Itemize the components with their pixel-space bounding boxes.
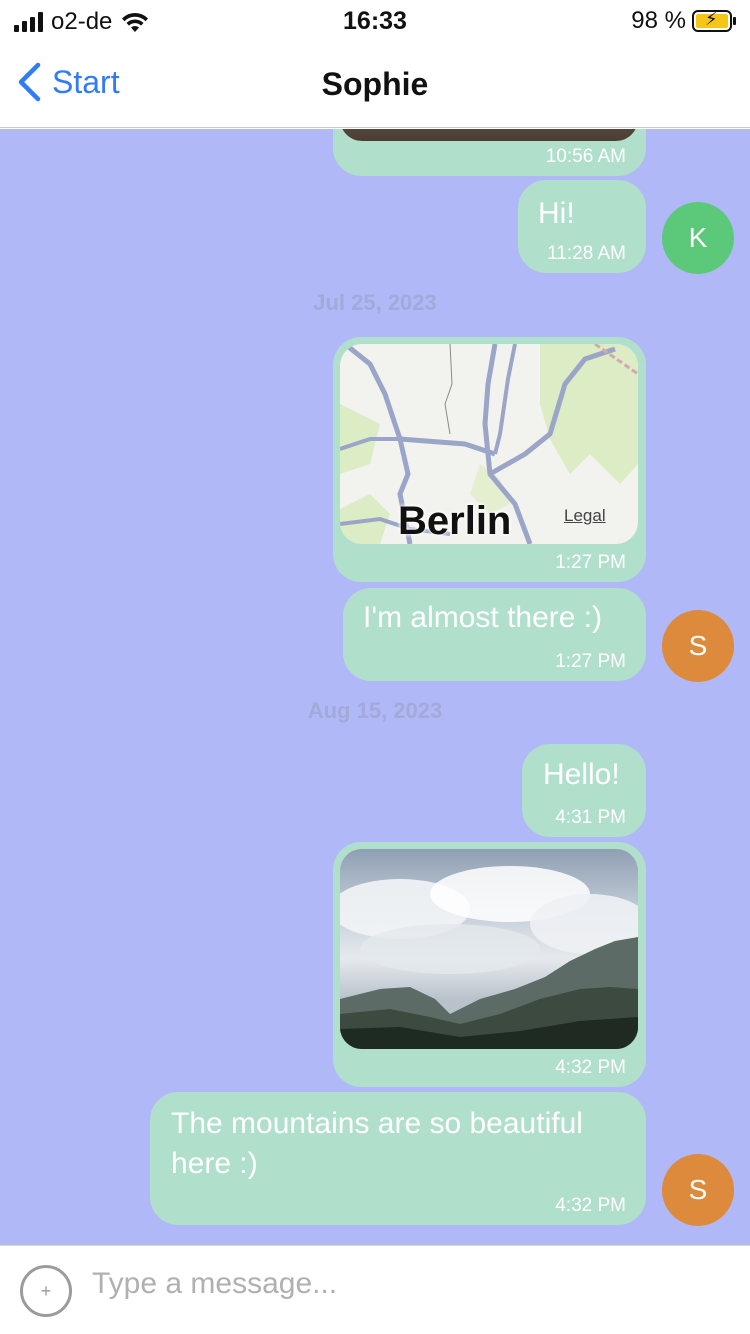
- avatar[interactable]: S: [662, 1154, 734, 1226]
- text-message[interactable]: I'm almost there :) 1:27 PM: [343, 588, 646, 681]
- message-text: The mountains are so beautiful here :): [171, 1107, 583, 1180]
- message-time: 10:56 AM: [545, 146, 626, 167]
- date-separator: Aug 15, 2023: [307, 698, 443, 723]
- message-time: 4:31 PM: [555, 807, 626, 828]
- image-message[interactable]: 4:32 PM: [333, 842, 646, 1087]
- message-time: 1:27 PM: [555, 552, 626, 573]
- map-legal-link[interactable]: Legal: [564, 506, 606, 526]
- map-city-label: Berlin: [398, 499, 512, 543]
- battery-icon: ⚡: [692, 10, 736, 32]
- message-image[interactable]: [340, 849, 638, 1049]
- avatar[interactable]: K: [662, 202, 734, 274]
- status-bar: o2-de 16:33 98 % ⚡: [0, 0, 750, 40]
- message-input[interactable]: [92, 1264, 712, 1304]
- battery-fill: ⚡: [696, 10, 728, 28]
- conversation-title: Sophie: [321, 66, 429, 102]
- message-text: I'm almost there :): [363, 601, 603, 634]
- text-message[interactable]: Hello! 4:31 PM: [522, 744, 646, 837]
- map-preview[interactable]: Berlin Legal: [340, 344, 638, 544]
- message-time: 4:32 PM: [555, 1057, 626, 1078]
- avatar[interactable]: S: [662, 610, 734, 682]
- message-text: Hello!: [543, 758, 620, 791]
- plus-icon: +: [40, 1280, 52, 1301]
- image-message[interactable]: 10:56 AM: [333, 129, 646, 176]
- message-image[interactable]: [340, 129, 638, 141]
- battery-percentage: 98 %: [631, 7, 686, 34]
- text-message[interactable]: The mountains are so beautiful here :) 4…: [150, 1092, 646, 1225]
- mountain-photo: [340, 866, 638, 1049]
- message-text: Hi!: [538, 197, 575, 230]
- message-time: 11:28 AM: [547, 243, 626, 264]
- message-time: 4:32 PM: [555, 1195, 626, 1216]
- text-message[interactable]: Hi! 11:28 AM: [518, 180, 646, 273]
- message-time: 1:27 PM: [555, 651, 626, 672]
- charging-bolt-icon: ⚡: [705, 9, 718, 29]
- location-message[interactable]: Berlin Legal 1:27 PM: [333, 337, 646, 582]
- status-right: 98 % ⚡: [631, 7, 736, 35]
- message-input-bar: +: [0, 1245, 750, 1334]
- date-separator: Jul 25, 2023: [313, 290, 437, 315]
- navigation-bar: Start Sophie: [0, 40, 750, 128]
- add-attachment-button[interactable]: +: [20, 1265, 72, 1317]
- chat-area[interactable]: 10:56 AM Hi! 11:28 AM K Jul 25, 2023 Ber…: [0, 129, 750, 1245]
